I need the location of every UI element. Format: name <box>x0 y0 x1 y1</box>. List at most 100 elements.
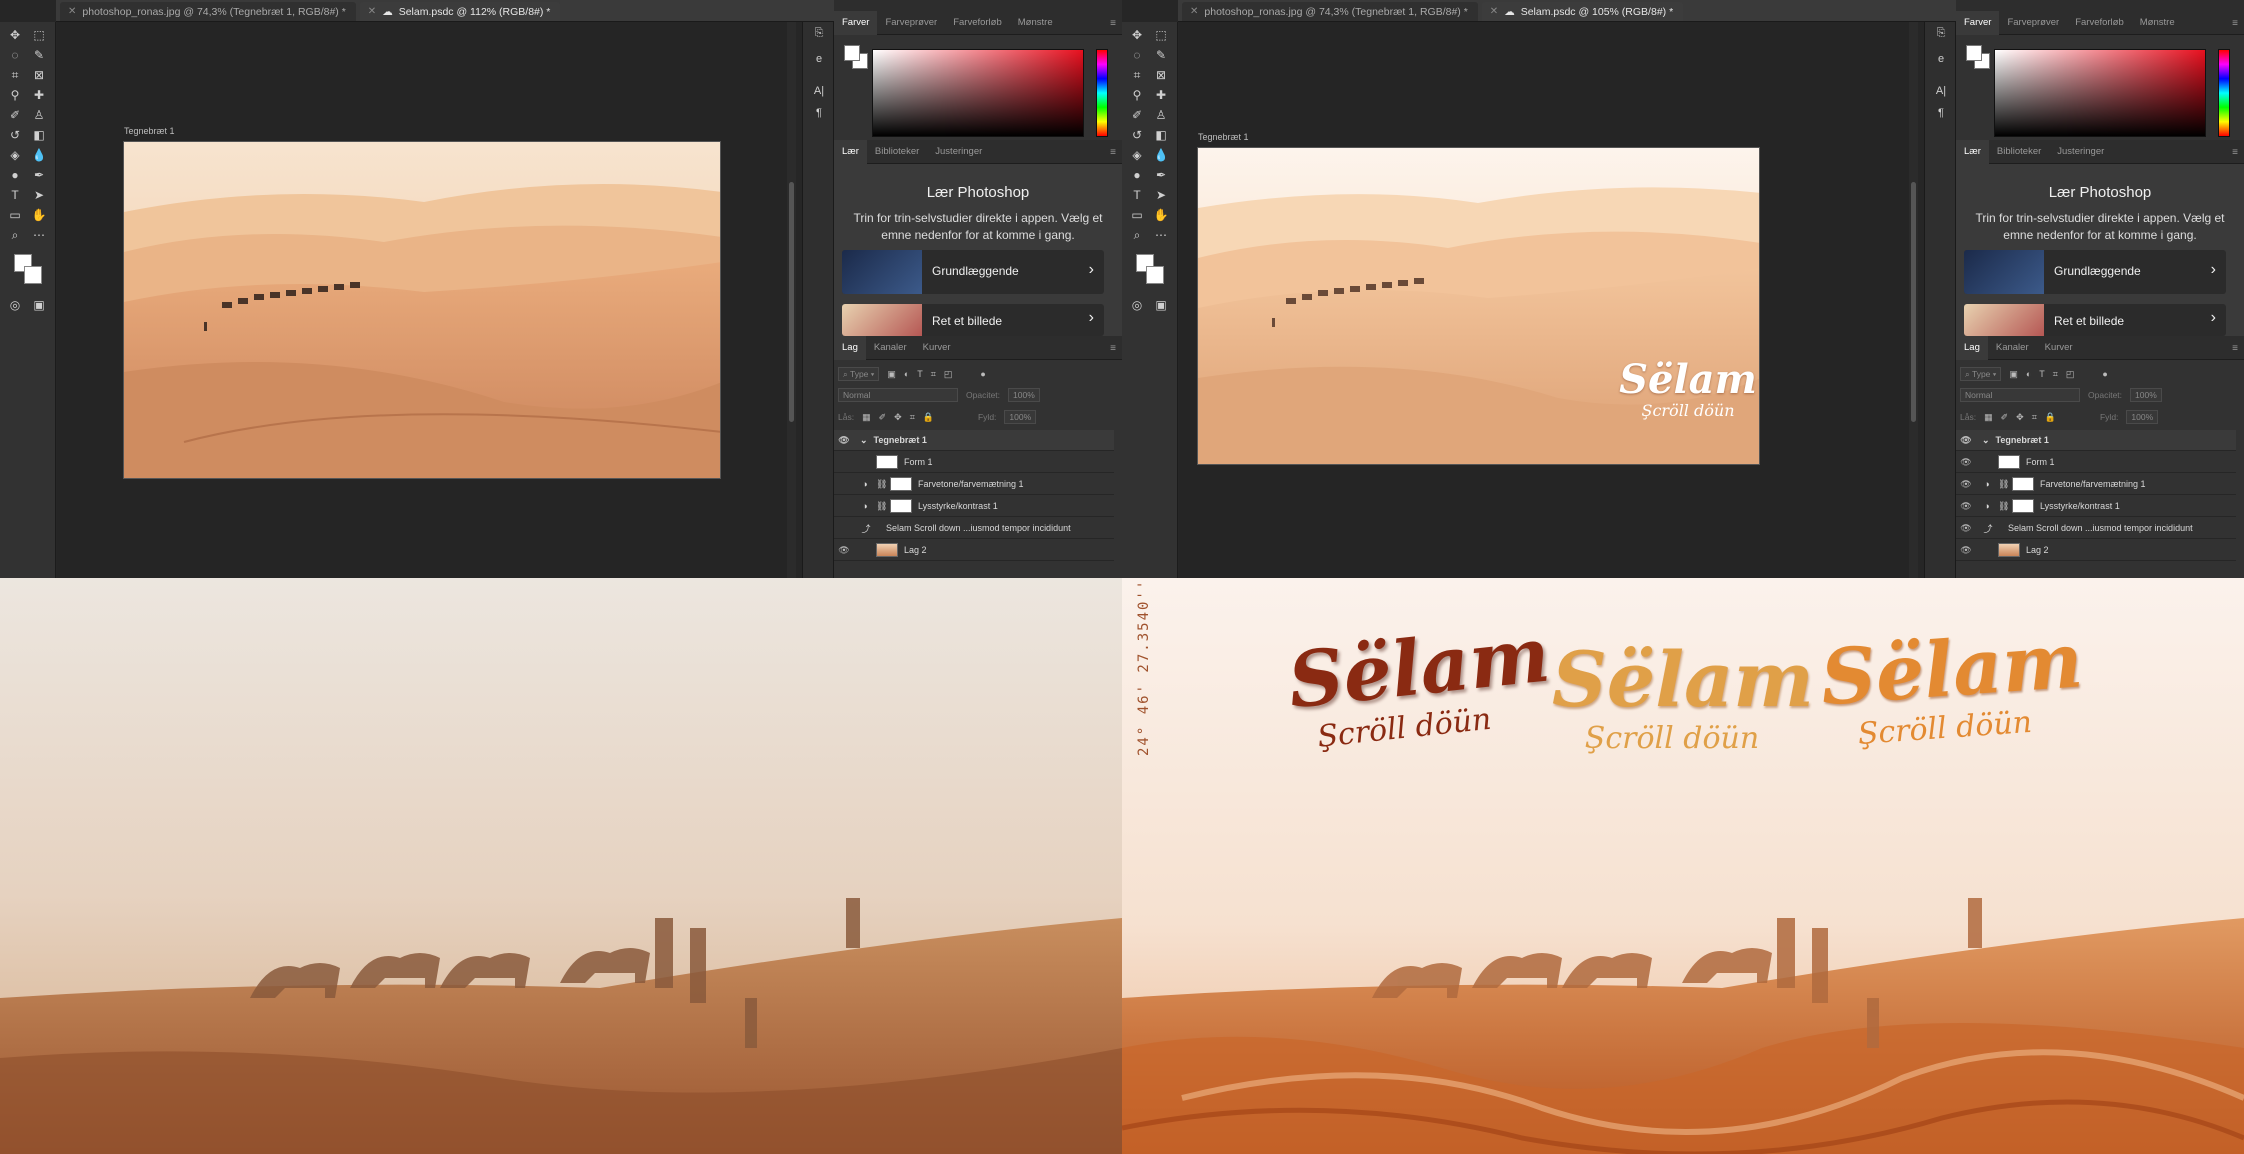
rectangle-tool-icon[interactable]: ▭ <box>1128 206 1146 224</box>
lock-paint-icon[interactable]: ✐ <box>2001 412 2009 423</box>
document-tab-active[interactable]: ✕ ☁ Selam.psdc @ 105% (RGB/8#) * <box>1481 2 1684 21</box>
background-color-swatch[interactable] <box>1146 266 1164 284</box>
layer-row[interactable]: 👁 Form 1 <box>1956 452 2236 473</box>
artboard-desert-photo[interactable] <box>123 141 721 479</box>
eyedropper-icon[interactable]: ⚲ <box>6 86 24 104</box>
canvas-area[interactable]: Tegnebræt 1 <box>1179 22 1909 578</box>
screen-mode-icon[interactable]: ▣ <box>30 296 48 314</box>
lock-all-icon[interactable]: 🔒 <box>2045 412 2056 423</box>
lock-paint-icon[interactable]: ✐ <box>879 412 887 423</box>
fg-bg-swatches[interactable] <box>844 45 870 71</box>
color-field[interactable] <box>872 49 1084 137</box>
panel-menu-icon[interactable]: ≡ <box>2232 18 2238 29</box>
frame-tool-icon[interactable]: ⊠ <box>1152 66 1170 84</box>
brush-tool-icon[interactable]: ✐ <box>1128 106 1146 124</box>
canvas-logo[interactable]: Sëlam Şcröll döün <box>1618 358 1758 420</box>
layer-row[interactable]: Form 1 <box>834 452 1114 473</box>
panel-menu-icon[interactable]: ≡ <box>1110 18 1116 29</box>
document-tab-active[interactable]: ✕ ☁ Selam.psdc @ 112% (RGB/8#) * <box>359 2 561 21</box>
eye-icon[interactable]: 👁 <box>834 435 854 446</box>
eye-icon[interactable]: 👁 <box>1956 523 1976 534</box>
layer-filter-select[interactable]: ⌕ Type ▾ <box>1960 367 2002 381</box>
more-tools-icon[interactable]: ⋯ <box>30 226 48 244</box>
blend-mode-select[interactable]: Normal <box>1960 388 2080 402</box>
filter-smart-icon[interactable]: ◰ <box>2066 369 2075 380</box>
tab-farver[interactable]: Farver <box>1956 10 2000 35</box>
history-brush-icon[interactable]: ↺ <box>1128 126 1146 144</box>
history-brush-icon[interactable]: ↺ <box>6 126 24 144</box>
paragraph-icon[interactable]: ¶ <box>810 104 828 122</box>
path-select-icon[interactable]: ➤ <box>30 186 48 204</box>
crop-tool-icon[interactable]: ⌗ <box>1128 66 1146 84</box>
fg-bg-swatches[interactable] <box>1966 45 1992 71</box>
learn-card-basics[interactable]: Grundlæggende › <box>842 250 1104 294</box>
type-tool-icon[interactable]: T <box>6 186 24 204</box>
stamp-tool-icon[interactable]: ♙ <box>1152 106 1170 124</box>
tab-lag[interactable]: Lag <box>834 335 866 360</box>
document-tab[interactable]: ✕ photoshop_ronas.jpg @ 74,3% (Tegnebræt … <box>1182 2 1478 21</box>
tab-kurver[interactable]: Kurver <box>2037 336 2081 360</box>
blur-tool-icon[interactable]: 💧 <box>30 146 48 164</box>
stamp-tool-icon[interactable]: ♙ <box>30 106 48 124</box>
lock-pixels-icon[interactable]: ▦ <box>1984 412 1993 423</box>
eye-icon[interactable]: 👁 <box>834 545 854 556</box>
layer-row[interactable]: 👁 ◑ ⛓ Lysstyrke/kontrast 1 <box>1956 496 2236 517</box>
paragraph-icon[interactable]: ¶ <box>1932 104 1950 122</box>
tab-monstre[interactable]: Mønstre <box>1010 11 1061 35</box>
filter-shape-icon[interactable]: ⌗ <box>2053 369 2058 380</box>
artboard-desert-photo[interactable]: Sëlam Şcröll döün <box>1197 147 1760 465</box>
healing-brush-icon[interactable]: ✚ <box>30 86 48 104</box>
eye-icon[interactable]: 👁 <box>1956 479 1976 490</box>
lasso-tool-icon[interactable]: ◌ <box>1128 46 1146 64</box>
learn-card-basics[interactable]: Grundlæggende › <box>1964 250 2226 294</box>
hue-slider[interactable] <box>2218 49 2230 137</box>
zoom-tool-icon[interactable]: ⌕ <box>1128 226 1146 244</box>
hand-tool-icon[interactable]: ✋ <box>1152 206 1170 224</box>
pen-tool-icon[interactable]: ✒ <box>30 166 48 184</box>
panel-menu-icon[interactable]: ≡ <box>2232 147 2238 158</box>
path-select-icon[interactable]: ➤ <box>1152 186 1170 204</box>
zoom-tool-icon[interactable]: ⌕ <box>6 226 24 244</box>
layer-row[interactable]: 👁 ⌄ Tegnebræt 1 <box>834 430 1114 451</box>
opacity-input[interactable]: 100% <box>2130 388 2162 402</box>
marquee-tool-icon[interactable]: ⬚ <box>1152 26 1170 44</box>
close-icon[interactable]: ✕ <box>1190 6 1198 17</box>
layer-row[interactable]: 👁 ⤴ Selam Scroll down ...iusmod tempor inc… <box>1956 518 2236 539</box>
filter-pixel-icon[interactable]: ▣ <box>2009 369 2018 380</box>
character-icon[interactable]: A| <box>810 82 828 100</box>
layer-row[interactable]: 👁 ◑ ⛓ Farvetone/farvemætning 1 <box>1956 474 2236 495</box>
panel-menu-icon[interactable]: ≡ <box>2232 343 2238 354</box>
fill-input[interactable]: 100% <box>1004 410 1037 424</box>
screen-mode-icon[interactable]: ▣ <box>1152 296 1170 314</box>
layer-row[interactable]: 👁 Lag 2 <box>1956 540 2236 561</box>
healing-brush-icon[interactable]: ✚ <box>1152 86 1170 104</box>
canvas-scrollbar[interactable] <box>1909 22 1918 578</box>
layer-row[interactable]: ◑ ⛓ Farvetone/farvemætning 1 <box>834 474 1114 495</box>
quick-mask-icon[interactable]: ◎ <box>6 296 24 314</box>
quick-select-icon[interactable]: ✎ <box>1152 46 1170 64</box>
close-icon[interactable]: ✕ <box>68 6 76 17</box>
learn-card-fix-image[interactable]: Ret et billede › <box>1964 304 2226 336</box>
tab-kanaler[interactable]: Kanaler <box>866 336 915 360</box>
eyedropper-icon[interactable]: ⚲ <box>1128 86 1146 104</box>
tab-kanaler[interactable]: Kanaler <box>1988 336 2037 360</box>
canvas-area[interactable]: Tegnebræt 1 <box>57 22 787 578</box>
eraser-tool-icon[interactable]: ◧ <box>30 126 48 144</box>
tab-farveprover[interactable]: Farveprøver <box>1999 11 2067 35</box>
filter-pixel-icon[interactable]: ▣ <box>887 369 896 380</box>
tab-farver[interactable]: Farver <box>834 10 878 35</box>
tab-farveprover[interactable]: Farveprøver <box>877 11 945 35</box>
opacity-input[interactable]: 100% <box>1008 388 1040 402</box>
character-icon[interactable]: A| <box>1932 82 1950 100</box>
filter-smart-icon[interactable]: ◰ <box>944 369 953 380</box>
dodge-tool-icon[interactable]: ● <box>1128 166 1146 184</box>
type-tool-icon[interactable]: T <box>1128 186 1146 204</box>
chevron-down-icon[interactable]: ⌄ <box>860 435 868 446</box>
close-icon[interactable]: ✕ <box>1490 6 1498 17</box>
layer-row[interactable]: ◑ ⛓ Lysstyrke/kontrast 1 <box>834 496 1114 517</box>
filter-type-icon[interactable]: T <box>917 369 923 379</box>
learn-card-fix-image[interactable]: Ret et billede › <box>842 304 1104 336</box>
scrollbar-thumb[interactable] <box>1911 182 1916 422</box>
marquee-tool-icon[interactable]: ⬚ <box>30 26 48 44</box>
color-field[interactable] <box>1994 49 2206 137</box>
